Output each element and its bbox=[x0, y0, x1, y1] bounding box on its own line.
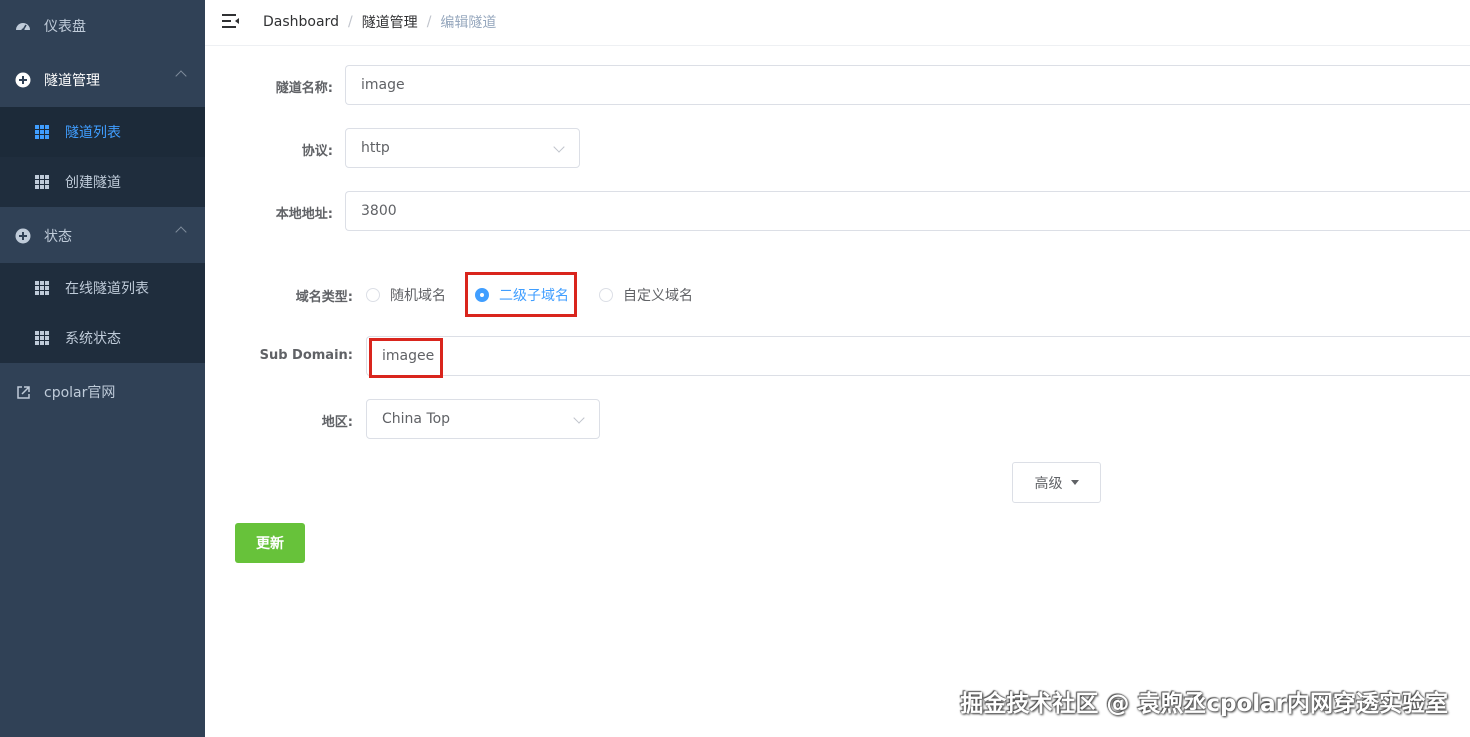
sidebar-item-tunnel-list[interactable]: 隧道列表 bbox=[0, 107, 205, 157]
region-label: 地区: bbox=[321, 415, 353, 430]
grid-icon bbox=[35, 175, 49, 189]
breadcrumb: Dashboard / 隧道管理 / 编辑隧道 bbox=[263, 12, 496, 32]
chevron-down-icon bbox=[573, 412, 585, 424]
breadcrumb-tunnel-management[interactable]: 隧道管理 bbox=[362, 12, 418, 32]
highlight-box bbox=[465, 272, 577, 317]
sidebar-item-online-tunnels[interactable]: 在线隧道列表 bbox=[0, 263, 205, 313]
update-label: 更新 bbox=[256, 536, 284, 552]
top-navbar: Dashboard / 隧道管理 / 编辑隧道 bbox=[205, 0, 1470, 46]
chevron-down-icon bbox=[553, 141, 565, 153]
caret-down-icon bbox=[1070, 480, 1079, 485]
local-address-value: 3800 bbox=[361, 203, 397, 219]
chevron-up-icon bbox=[175, 70, 187, 82]
breadcrumb-separator: / bbox=[347, 14, 353, 30]
region-select[interactable]: China Top bbox=[366, 399, 600, 439]
tunnel-submenu: 隧道列表 创建隧道 bbox=[0, 107, 205, 207]
sidebar-item-label: 创建隧道 bbox=[65, 175, 121, 191]
subdomain-label: Sub Domain: bbox=[259, 348, 353, 363]
sidebar-item-label: 隧道管理 bbox=[44, 73, 100, 89]
domain-type-label: 域名类型: bbox=[295, 290, 353, 305]
sidebar-item-label: cpolar官网 bbox=[44, 385, 116, 401]
sidebar-item-cpolar-site[interactable]: cpolar官网 bbox=[0, 366, 205, 418]
local-address-input[interactable]: 3800 bbox=[345, 191, 1470, 231]
sidebar-item-status[interactable]: 状态 bbox=[0, 210, 205, 262]
circle-plus-icon bbox=[14, 71, 32, 89]
breadcrumb-separator: / bbox=[426, 14, 432, 30]
breadcrumb-edit-tunnel: 编辑隧道 bbox=[440, 15, 497, 31]
dashboard-icon bbox=[14, 17, 32, 35]
region-value: China Top bbox=[382, 411, 451, 427]
sidebar-item-system-status[interactable]: 系统状态 bbox=[0, 313, 205, 363]
chevron-up-icon bbox=[175, 226, 187, 238]
sidebar-item-dashboard[interactable]: 仪表盘 bbox=[0, 0, 205, 52]
radio-custom-domain[interactable]: 自定义域名 bbox=[599, 285, 693, 305]
radio-circle-icon bbox=[599, 288, 613, 302]
external-link-icon bbox=[14, 383, 32, 401]
advanced-button[interactable]: 高级 bbox=[1012, 462, 1101, 503]
status-submenu: 在线隧道列表 系统状态 bbox=[0, 263, 205, 363]
subdomain-input[interactable]: imagee bbox=[366, 336, 1470, 376]
radio-label: 自定义域名 bbox=[623, 288, 693, 304]
sidebar-item-label: 仪表盘 bbox=[44, 19, 86, 35]
menu-toggle-icon[interactable] bbox=[221, 12, 241, 30]
grid-icon bbox=[35, 281, 49, 295]
sidebar-item-tunnel-management[interactable]: 隧道管理 bbox=[0, 54, 205, 106]
sidebar-item-label: 状态 bbox=[44, 229, 72, 245]
sidebar-item-label: 在线隧道列表 bbox=[65, 281, 149, 297]
tunnel-name-input[interactable]: image bbox=[345, 65, 1470, 105]
local-address-label: 本地地址: bbox=[275, 207, 333, 222]
sidebar: 仪表盘 隧道管理 隧道列表 创建隧道 状态 在线隧道列表 系统状态 cpolar… bbox=[0, 0, 205, 737]
advanced-label: 高级 bbox=[1034, 475, 1063, 492]
breadcrumb-dashboard[interactable]: Dashboard bbox=[263, 14, 339, 30]
protocol-label: 协议: bbox=[301, 144, 333, 159]
highlight-box bbox=[369, 338, 443, 378]
protocol-value: http bbox=[361, 140, 390, 156]
sidebar-item-create-tunnel[interactable]: 创建隧道 bbox=[0, 157, 205, 207]
radio-random-domain[interactable]: 随机域名 bbox=[366, 285, 446, 305]
grid-icon bbox=[35, 125, 49, 139]
update-button[interactable]: 更新 bbox=[235, 523, 305, 563]
radio-label: 随机域名 bbox=[390, 288, 446, 304]
watermark: 掘金技术社区 @ 袁煦丞cpolar内网穿透实验室 bbox=[960, 691, 1448, 717]
grid-icon bbox=[35, 331, 49, 345]
tunnel-name-value: image bbox=[361, 77, 405, 93]
tunnel-name-label: 隧道名称: bbox=[275, 81, 333, 96]
radio-circle-icon bbox=[366, 288, 380, 302]
sidebar-item-label: 隧道列表 bbox=[65, 125, 121, 141]
circle-plus-icon bbox=[14, 227, 32, 245]
protocol-select[interactable]: http bbox=[345, 128, 580, 168]
sidebar-item-label: 系统状态 bbox=[65, 331, 121, 347]
